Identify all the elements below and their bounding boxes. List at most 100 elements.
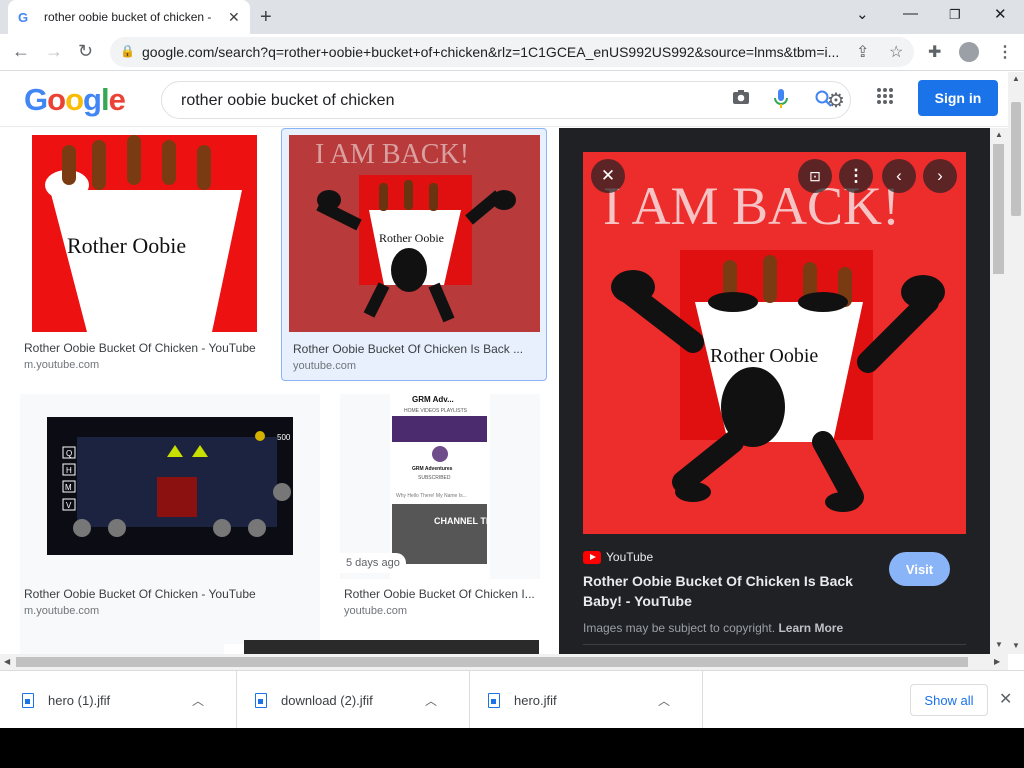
tab-title: rother oobie bucket of chicken - <box>44 10 212 24</box>
scroll-down-arrow-icon[interactable]: ▼ <box>995 640 1003 649</box>
result-title[interactable]: Rother Oobie Bucket Of Chicken - YouTube <box>24 587 318 601</box>
extensions-puzzle-icon[interactable]: ✚ <box>928 42 941 62</box>
download-item[interactable]: download (2).jfif ︿ <box>237 671 470 728</box>
result-card-6-partial[interactable] <box>244 640 539 654</box>
result-source[interactable]: m.youtube.com <box>24 605 99 617</box>
download-filename[interactable]: hero.jfif <box>514 693 654 708</box>
tab-close-icon[interactable]: ✕ <box>228 9 240 26</box>
thumb-text: Rother Oobie <box>67 233 186 258</box>
result-thumbnail[interactable]: 500 Q H M V <box>47 417 293 555</box>
result-card-5-partial[interactable] <box>20 640 224 654</box>
more-options-icon[interactable]: ⋮ <box>839 159 873 193</box>
preview-scrollbar[interactable]: ▲ ▼ <box>990 128 1008 654</box>
reload-icon[interactable]: ↻ <box>78 41 93 62</box>
result-card-2-selected[interactable]: I AM BACK! Rother Oobie Rother Oobie Buc… <box>281 128 547 381</box>
preview-source[interactable]: YouTube <box>583 550 653 564</box>
browser-menu-icon[interactable]: ⋮ <box>997 42 1013 62</box>
search-box[interactable]: rother oobie bucket of chicken ⚙ <box>161 81 851 119</box>
bucket-drawing: Rother Oobie <box>45 135 242 332</box>
mic-icon[interactable] <box>774 89 788 114</box>
preview-scrollbar-thumb[interactable] <box>993 144 1004 274</box>
thumb-key: H <box>66 466 72 475</box>
result-title[interactable]: Rother Oobie Bucket Of Chicken Is Back .… <box>293 342 533 356</box>
download-filename[interactable]: hero (1).jfif <box>48 693 188 708</box>
google-apps-grid-icon[interactable] <box>876 87 894 111</box>
preview-image[interactable]: I AM BACK! Rother Oobie <box>583 152 966 534</box>
share-icon[interactable]: ⇪ <box>856 42 869 62</box>
result-thumbnail[interactable]: Rother Oobie <box>32 135 257 332</box>
horizontal-scrollbar-thumb[interactable] <box>16 657 968 667</box>
tab-search-chevron-icon[interactable]: ⌄ <box>856 5 869 23</box>
close-preview-icon[interactable]: ✕ <box>591 159 625 193</box>
show-all-button[interactable]: Show all <box>910 684 988 716</box>
preview-source-name: YouTube <box>606 550 654 564</box>
chevron-up-icon[interactable]: ︿ <box>425 692 437 709</box>
result-thumbnail[interactable]: I AM BACK! Rother Oobie <box>289 135 540 332</box>
divider <box>583 644 966 645</box>
search-query[interactable]: rother oobie bucket of chicken <box>181 92 394 110</box>
next-image-icon[interactable]: › <box>923 159 957 193</box>
scroll-left-arrow-icon[interactable]: ◀ <box>4 657 10 666</box>
url-text[interactable]: google.com/search?q=rother+oobie+bucket+… <box>142 44 842 60</box>
result-card-4[interactable]: GRM Adv... HOME VIDEOS PLAYLISTS GRM Adv… <box>340 394 540 579</box>
youtube-channel-screenshot: GRM Adv... HOME VIDEOS PLAYLISTS GRM Adv… <box>392 395 490 564</box>
bookmark-star-icon[interactable]: ☆ <box>889 42 903 62</box>
download-item[interactable]: hero.jfif ︿ <box>470 671 703 728</box>
age-badge: 5 days ago <box>340 553 406 573</box>
restore-icon[interactable]: ❐ <box>949 7 961 23</box>
download-item[interactable]: hero (1).jfif ︿ <box>0 671 237 728</box>
new-tab-button[interactable]: + <box>260 6 272 29</box>
settings-gear-icon[interactable]: ⚙ <box>827 88 845 113</box>
result-source[interactable]: youtube.com <box>293 360 356 372</box>
page-scrollbar-thumb[interactable] <box>1011 102 1021 216</box>
thumb-key: V <box>66 501 72 510</box>
lens-search-icon[interactable]: ⊡ <box>798 159 832 193</box>
bucket-drawing-large: I AM BACK! Rother Oobie <box>583 152 966 534</box>
thumb-counter: 500 <box>277 433 291 442</box>
tab-active[interactable]: G rother oobie bucket of chicken - ✕ <box>8 0 250 34</box>
camera-search-icon[interactable] <box>732 89 750 110</box>
horizontal-scrollbar[interactable]: ◀ ▶ <box>0 654 1008 670</box>
thumb-headline: I AM BACK! <box>315 139 469 170</box>
thumb-key: M <box>65 483 72 492</box>
thumb-nav: HOME VIDEOS PLAYLISTS <box>404 408 468 414</box>
chevron-up-icon[interactable]: ︿ <box>192 692 204 709</box>
logo-letter: g <box>83 82 102 117</box>
address-bar[interactable]: 🔒 google.com/search?q=rother+oobie+bucke… <box>110 37 914 67</box>
sign-in-button[interactable]: Sign in <box>918 80 998 116</box>
tab-strip: G rother oobie bucket of chicken - ✕ + ⌄… <box>0 0 1024 34</box>
scroll-down-arrow-icon[interactable]: ▼ <box>1012 641 1020 650</box>
logo-letter: l <box>100 82 110 117</box>
result-source[interactable]: youtube.com <box>344 605 407 617</box>
page-scrollbar[interactable]: ▲ ▼ <box>1008 72 1024 654</box>
google-logo[interactable]: Google <box>24 82 126 118</box>
downloads-bar: hero (1).jfif ︿ download (2).jfif ︿ hero… <box>0 670 1024 728</box>
visit-button[interactable]: Visit <box>889 552 950 586</box>
forward-icon[interactable]: → <box>45 41 63 62</box>
preview-title[interactable]: Rother Oobie Bucket Of Chicken Is Back B… <box>583 571 873 611</box>
result-title[interactable]: Rother Oobie Bucket Of Chicken - YouTube <box>24 341 268 355</box>
result-title[interactable]: Rother Oobie Bucket Of Chicken I... <box>344 587 538 601</box>
thumb-text: Rother Oobie <box>379 231 444 245</box>
preview-image-text: Rother Oobie <box>710 345 818 367</box>
result-source[interactable]: m.youtube.com <box>24 359 99 371</box>
scroll-up-arrow-icon[interactable]: ▲ <box>995 130 1003 139</box>
learn-more-link[interactable]: Learn More <box>778 621 843 635</box>
copyright-notice: Images may be subject to copyright. Lear… <box>583 621 843 635</box>
scroll-up-arrow-icon[interactable]: ▲ <box>1012 74 1020 83</box>
thumb-subscribed: SUBSCRIBED <box>418 475 451 481</box>
back-icon[interactable]: ← <box>12 41 30 62</box>
download-filename[interactable]: download (2).jfif <box>281 693 421 708</box>
logo-letter: e <box>108 82 126 117</box>
window-close-icon[interactable]: ✕ <box>994 5 1007 23</box>
result-thumbnail[interactable]: GRM Adv... HOME VIDEOS PLAYLISTS GRM Adv… <box>390 394 490 579</box>
close-downloads-icon[interactable]: ✕ <box>999 689 1012 709</box>
result-card-1[interactable]: Rother Oobie Rother Oobie Bucket Of Chic… <box>20 128 270 378</box>
minimize-icon[interactable]: — <box>903 5 918 22</box>
lock-icon[interactable]: 🔒 <box>120 44 135 58</box>
game-screenshot: 500 Q H M V <box>62 431 291 537</box>
profile-avatar[interactable] <box>959 42 979 62</box>
scroll-right-arrow-icon[interactable]: ▶ <box>994 657 1000 666</box>
chevron-up-icon[interactable]: ︿ <box>658 692 670 709</box>
previous-image-icon[interactable]: ‹ <box>882 159 916 193</box>
